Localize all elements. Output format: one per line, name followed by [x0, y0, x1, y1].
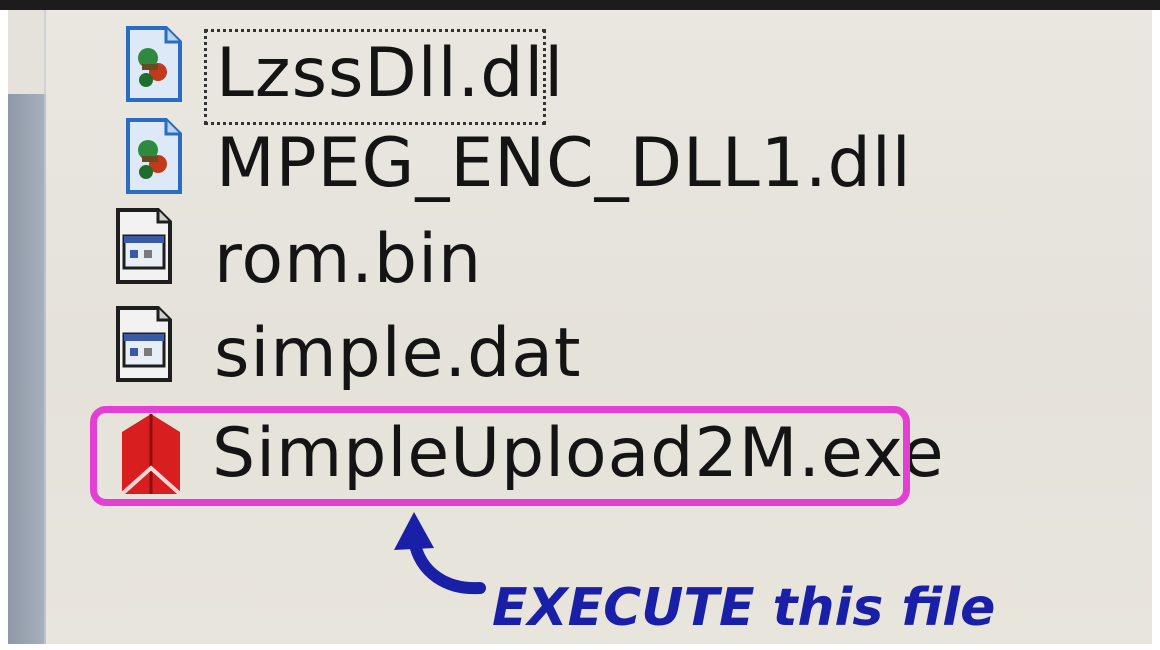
file-name-label: MPEG_ENC_DLL1.dll	[216, 124, 912, 203]
highlight-box	[90, 406, 910, 506]
selection-focus-rectangle	[204, 29, 546, 125]
pointer-arrow-icon	[394, 512, 486, 595]
file-explorer-window: LzssDll.dll MPEG_ENC_DLL1.dll rom.bin si…	[8, 10, 1152, 644]
file-name-label: rom.bin	[214, 220, 483, 299]
generic-file-icon	[116, 306, 172, 382]
dll-file-icon	[126, 118, 182, 194]
navigation-pane-header	[8, 10, 46, 94]
file-name-label: simple.dat	[214, 314, 582, 393]
generic-file-icon	[116, 208, 172, 284]
photo-frame: LzssDll.dll MPEG_ENC_DLL1.dll rom.bin si…	[0, 0, 1160, 650]
monitor-bezel	[0, 0, 1160, 10]
instruction-annotation: EXECUTE this file	[492, 578, 996, 638]
dll-file-icon	[126, 26, 182, 102]
navigation-pane-scrollbar[interactable]	[8, 94, 46, 644]
